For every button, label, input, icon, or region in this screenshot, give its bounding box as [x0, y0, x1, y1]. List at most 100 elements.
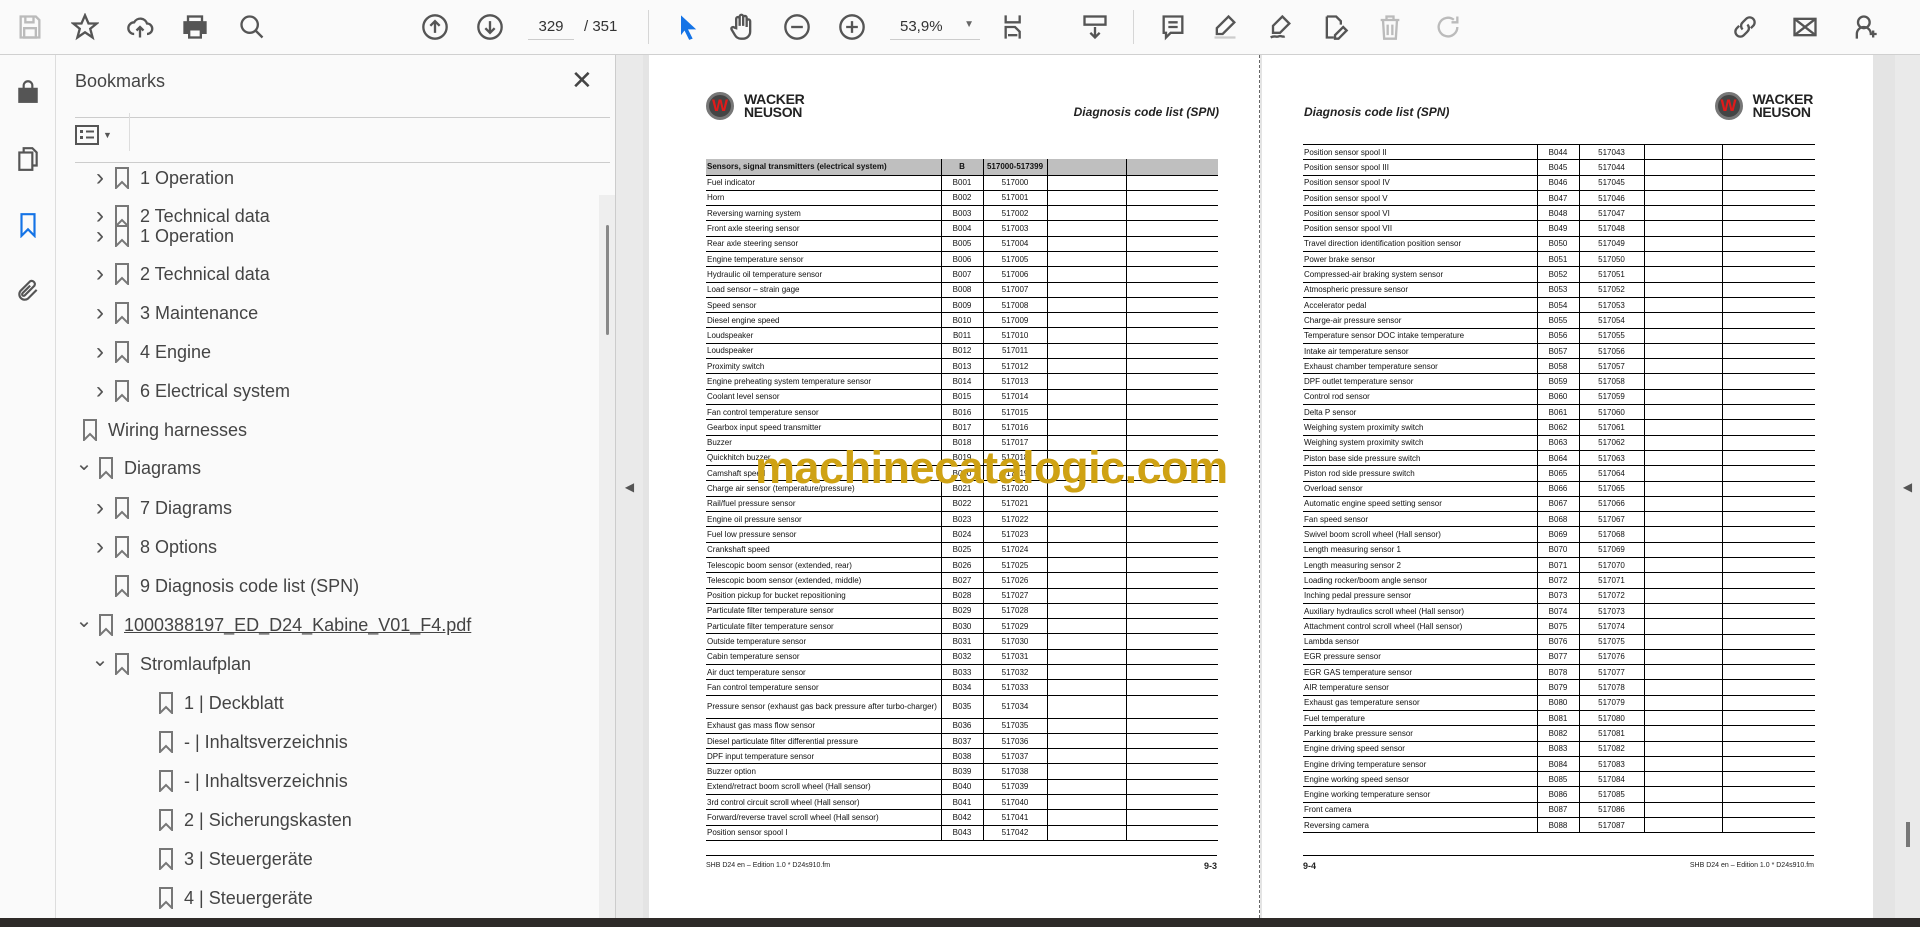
spn-cell: 517050: [1578, 251, 1644, 268]
zoom-level-dropdown[interactable]: 53,9% ▼: [890, 14, 980, 40]
chevron-down-icon[interactable]: ⌄: [90, 647, 110, 672]
bookmark-options-button[interactable]: ▼: [75, 120, 120, 150]
upload-cloud-icon[interactable]: [123, 10, 157, 44]
scrollbar-thumb[interactable]: [1906, 822, 1910, 847]
sensor-name-cell: Position sensor spool VII: [1303, 220, 1537, 237]
chevron-right-icon[interactable]: ›: [90, 377, 110, 405]
delete-icon[interactable]: [1373, 10, 1407, 44]
print-icon[interactable]: [178, 10, 212, 44]
lock-icon[interactable]: [12, 75, 44, 107]
share-link-icon[interactable]: [1728, 10, 1762, 44]
empty-cell: [1125, 794, 1218, 811]
empty-cell: [1046, 748, 1126, 765]
bookmark-item[interactable]: ⌄ 1000388197_ED_D24_Kabine_V01_F4.pdf: [74, 610, 471, 640]
page-down-icon[interactable]: [473, 10, 507, 44]
zoom-in-icon[interactable]: [835, 10, 869, 44]
chevron-down-icon[interactable]: ⌄: [74, 608, 94, 633]
save-icon[interactable]: [13, 10, 47, 44]
empty-cell: [1721, 343, 1815, 360]
spn-cell: 517057: [1578, 358, 1644, 375]
chevron-right-icon[interactable]: ›: [90, 494, 110, 522]
zoom-level-value: 53,9%: [900, 18, 943, 35]
empty-cell: [1046, 809, 1126, 826]
zoom-out-icon[interactable]: [780, 10, 814, 44]
bookmark-item[interactable]: 4 | Steuergeräte: [134, 883, 313, 913]
empty-cell: [1643, 312, 1722, 329]
rotate-icon[interactable]: [1431, 10, 1465, 44]
bookmark-item[interactable]: › 8 Options: [90, 532, 217, 562]
page-up-icon[interactable]: [418, 10, 452, 44]
empty-cell: [1046, 633, 1126, 650]
empty-cell: [1643, 481, 1722, 497]
bookmark-item[interactable]: › 3 Maintenance: [90, 298, 258, 328]
fit-page-icon[interactable]: [998, 10, 1032, 44]
bookmark-item[interactable]: 9 Diagnosis code list (SPN): [90, 571, 359, 601]
empty-cell: [1721, 802, 1815, 819]
empty-cell: [1721, 220, 1815, 237]
bookmark-item[interactable]: › 2 Technical data: [90, 259, 270, 289]
empty-cell: [1643, 251, 1722, 268]
bookmark-item[interactable]: 2 | Sicherungskasten: [134, 805, 352, 835]
empty-cell: [1643, 649, 1722, 666]
document-scrollbar[interactable]: ◀: [1895, 55, 1920, 918]
edit-pdf-icon[interactable]: [1318, 10, 1352, 44]
empty-cell: [1643, 404, 1722, 421]
bookmark-item[interactable]: - | Inhaltsverzeichnis: [134, 766, 348, 796]
scrollbar-thumb[interactable]: [606, 225, 609, 335]
bookmark-item[interactable]: › 6 Electrical system: [90, 376, 290, 406]
add-user-icon[interactable]: [1848, 10, 1882, 44]
spn-cell: 517075: [1578, 634, 1644, 650]
bookmark-item[interactable]: › 1 Operation: [90, 165, 234, 193]
empty-cell: [1046, 480, 1126, 497]
bookmark-item[interactable]: › 1 Operation: [90, 221, 234, 251]
table-row: Length measuring sensor 1 B070 517069: [1303, 542, 1815, 559]
bookmark-item[interactable]: ⌄ Stromlaufplan: [90, 649, 251, 679]
sensor-name-cell: Fuel temperature: [1303, 710, 1537, 727]
find-icon[interactable]: [235, 10, 269, 44]
sensor-name-cell: Piston rod side pressure switch: [1303, 465, 1537, 482]
bookmarks-scrollbar[interactable]: [599, 195, 615, 918]
b-code-cell: B069: [1536, 526, 1579, 543]
close-icon[interactable]: ✕: [571, 67, 593, 93]
bookmark-item[interactable]: 3 | Steuergeräte: [134, 844, 313, 874]
bookmark-item[interactable]: 1 | Deckblatt: [134, 688, 284, 718]
divider: [648, 10, 649, 44]
sign-icon[interactable]: [1263, 10, 1297, 44]
hand-icon[interactable]: [725, 10, 759, 44]
email-icon[interactable]: [1788, 10, 1822, 44]
attachment-icon[interactable]: [12, 275, 44, 307]
column-header: [1046, 159, 1126, 176]
b-code-cell: B088: [1536, 817, 1579, 834]
empty-cell: [1643, 695, 1722, 711]
comment-icon[interactable]: [1156, 10, 1190, 44]
empty-cell: [1125, 496, 1218, 513]
table-row: Control rod sensor B060 517059: [1303, 389, 1815, 406]
bookmark-item[interactable]: › 4 Engine: [90, 337, 211, 367]
bookmark-item[interactable]: › 7 Diagrams: [90, 493, 232, 523]
chevron-down-icon[interactable]: ⌄: [74, 451, 94, 476]
chevron-right-icon[interactable]: ›: [90, 165, 110, 192]
page-number-input[interactable]: [528, 14, 574, 40]
table-row: EGR pressure sensor B077 517076: [1303, 649, 1815, 666]
b-code-cell: B005: [940, 236, 983, 252]
table-row: Forward/reverse travel scroll wheel (Hal…: [706, 809, 1218, 826]
footer-text: SHB D24 en – Edition 1.0 * D24s910.fm: [706, 862, 831, 869]
chevron-right-icon[interactable]: ›: [90, 338, 110, 366]
chevron-right-icon[interactable]: ›: [90, 299, 110, 327]
chevron-right-icon[interactable]: ›: [90, 222, 110, 250]
chevron-right-icon[interactable]: ›: [90, 260, 110, 288]
scroll-mode-icon[interactable]: [1078, 10, 1112, 44]
table-row: Engine working speed sensor B085 517084: [1303, 771, 1815, 788]
bookmark-item[interactable]: - | Inhaltsverzeichnis: [134, 727, 348, 757]
collapse-panel-button[interactable]: ◀: [616, 55, 643, 918]
b-code-cell: B083: [1536, 741, 1579, 757]
pages-icon[interactable]: [12, 143, 44, 175]
bookmark-item[interactable]: Wiring harnesses: [74, 415, 247, 445]
bookmark-star-icon[interactable]: [68, 10, 102, 44]
select-pointer-icon[interactable]: [671, 10, 705, 44]
spn-cell: 517049: [1578, 236, 1644, 253]
chevron-right-icon[interactable]: ›: [90, 533, 110, 561]
bookmark-panel-icon[interactable]: [12, 209, 44, 241]
highlight-icon[interactable]: [1208, 10, 1242, 44]
bookmark-item[interactable]: ⌄ Diagrams: [74, 453, 201, 483]
